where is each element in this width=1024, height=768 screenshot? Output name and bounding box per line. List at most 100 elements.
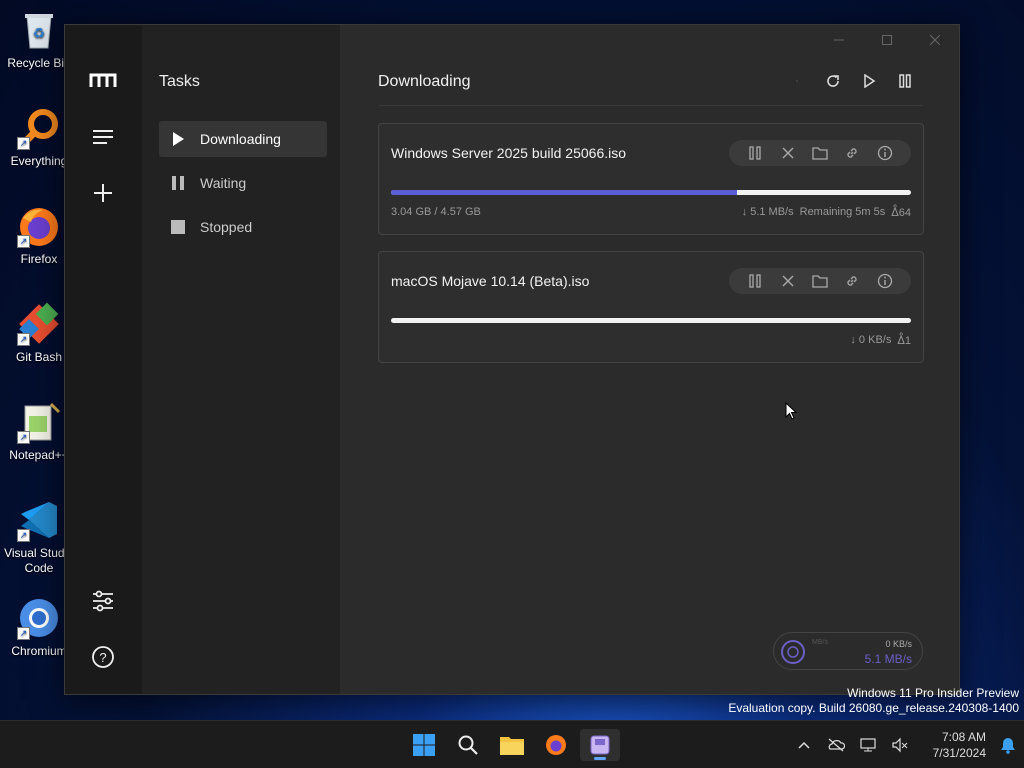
recycle-bin-icon: ♻ xyxy=(17,8,61,52)
add-task-icon[interactable] xyxy=(85,175,121,211)
clock-time: 7:08 AM xyxy=(941,730,986,744)
shortcut-arrow-icon: ↗ xyxy=(17,333,30,346)
link-icon[interactable] xyxy=(843,144,861,162)
upload-speed: 0 KB/s xyxy=(885,639,912,649)
shortcut-arrow-icon: ↗ xyxy=(17,627,30,640)
nav-item-label: Waiting xyxy=(200,175,247,191)
progress-fill xyxy=(391,190,737,195)
close-button[interactable] xyxy=(911,25,959,55)
pause-icon[interactable] xyxy=(746,272,764,290)
network-icon[interactable] xyxy=(852,729,884,761)
app-logo[interactable] xyxy=(85,63,121,99)
resume-all-button[interactable] xyxy=(851,69,887,93)
firefox-icon xyxy=(546,735,566,755)
main-panel: Downloading Windows Server 2025 build 25… xyxy=(340,25,959,694)
nav-item-label: Stopped xyxy=(200,219,253,235)
task-name: macOS Mojave 10.14 (Beta).iso xyxy=(391,273,590,289)
nav-item-waiting[interactable]: Waiting xyxy=(159,165,327,201)
task-stats: ↓ 0 KB/s ᐂ1 xyxy=(850,334,911,347)
firefox-taskbar-button[interactable] xyxy=(536,729,576,761)
info-icon[interactable] xyxy=(876,144,894,162)
window-controls xyxy=(815,25,959,55)
start-button[interactable] xyxy=(404,729,444,761)
taskbar: 7:08 AM 7/31/2024 xyxy=(0,720,1024,768)
download-speed: ↓ 5.1 MB/s xyxy=(741,206,794,218)
search-icon xyxy=(458,735,478,755)
task-item[interactable]: macOS Mojave 10.14 (Beta).iso ↓ 0 KB/s ᐂ… xyxy=(378,251,924,363)
folder-icon[interactable] xyxy=(811,272,829,290)
close-icon[interactable] xyxy=(779,144,797,162)
shortcut-arrow-icon: ↗ xyxy=(17,431,30,444)
nav-item-stopped[interactable]: Stopped xyxy=(159,209,327,245)
minimize-button[interactable] xyxy=(815,25,863,55)
header-divider xyxy=(378,105,923,106)
stop-icon xyxy=(171,220,185,234)
delete-task-button[interactable] xyxy=(779,69,815,93)
connections-icon: ᐂ xyxy=(897,335,905,347)
git-bash-icon: ↗ xyxy=(17,302,61,346)
task-item[interactable]: Windows Server 2025 build 25066.iso 3.04… xyxy=(378,123,924,235)
clock-date: 7/31/2024 xyxy=(932,746,986,760)
nav-item-label: Downloading xyxy=(200,131,281,147)
connections: ᐂ64 xyxy=(891,207,911,219)
maximize-button[interactable] xyxy=(863,25,911,55)
task-name: Windows Server 2025 build 25066.iso xyxy=(391,145,627,161)
system-tray: 7:08 AM 7/31/2024 xyxy=(788,721,1024,768)
task-actions xyxy=(729,268,911,294)
motrix-window: ? Tasks Downloading Waiting Stopped Down… xyxy=(64,24,960,695)
speedometer-unit: MB/s xyxy=(812,639,828,646)
connections-icon: ᐂ xyxy=(891,207,899,219)
mouse-cursor-icon xyxy=(785,402,797,420)
task-size: 3.04 GB / 4.57 GB xyxy=(391,206,481,218)
pause-icon[interactable] xyxy=(746,144,764,162)
watermark-line: Windows 11 Pro Insider Preview xyxy=(847,686,1019,700)
progress-bar xyxy=(391,318,911,323)
folder-icon xyxy=(500,737,524,755)
shortcut-arrow-icon: ↗ xyxy=(17,235,30,248)
pause-all-button[interactable] xyxy=(887,69,923,93)
menu-icon[interactable] xyxy=(85,119,121,155)
vscode-icon: ↗ xyxy=(17,498,61,542)
tasks-subnav: Tasks Downloading Waiting Stopped xyxy=(142,25,340,694)
task-toolbar xyxy=(779,69,923,93)
page-title: Downloading xyxy=(378,73,471,90)
play-icon xyxy=(171,132,185,146)
download-speed-total: 5.1 MB/s xyxy=(864,652,912,666)
help-icon[interactable]: ? xyxy=(85,639,121,675)
remaining-time: Remaining 5m 5s xyxy=(799,206,886,218)
file-explorer-button[interactable] xyxy=(492,729,532,761)
subnav-title: Tasks xyxy=(159,73,200,90)
volume-muted-icon[interactable] xyxy=(884,729,916,761)
os-watermark: Windows 11 Pro Insider Preview Evaluatio… xyxy=(728,686,1019,716)
connections: ᐂ1 xyxy=(897,335,911,347)
motrix-taskbar-button[interactable] xyxy=(580,729,620,761)
shortcut-arrow-icon: ↗ xyxy=(17,137,30,150)
app-rail: ? xyxy=(65,25,142,694)
notification-bell-icon[interactable] xyxy=(992,729,1024,761)
info-icon[interactable] xyxy=(876,272,894,290)
clock[interactable]: 7:08 AM 7/31/2024 xyxy=(916,729,986,761)
chromium-icon: ↗ xyxy=(17,596,61,640)
svg-text:♻: ♻ xyxy=(33,25,46,41)
svg-text:?: ? xyxy=(99,650,106,665)
notepad-plus-plus-icon: ↗ xyxy=(17,400,61,444)
link-icon[interactable] xyxy=(843,272,861,290)
watermark-line: Evaluation copy. Build 26080.ge_release.… xyxy=(728,701,1019,715)
task-stats: ↓ 5.1 MB/s Remaining 5m 5s ᐂ64 xyxy=(742,206,911,219)
speedometer-icon xyxy=(780,639,806,665)
close-icon[interactable] xyxy=(779,272,797,290)
progress-bar xyxy=(391,190,911,195)
firefox-icon: ↗ xyxy=(17,204,61,248)
task-actions xyxy=(729,140,911,166)
speedometer[interactable]: MB/s 0 KB/s 5.1 MB/s xyxy=(773,632,923,670)
search-button[interactable] xyxy=(448,729,488,761)
chevron-up-icon[interactable] xyxy=(788,729,820,761)
onedrive-offline-icon[interactable] xyxy=(820,729,852,761)
download-speed: ↓ 0 KB/s xyxy=(850,334,892,346)
settings-sliders-icon[interactable] xyxy=(85,583,121,619)
folder-icon[interactable] xyxy=(811,144,829,162)
nav-item-downloading[interactable]: Downloading xyxy=(159,121,327,157)
pause-icon xyxy=(171,176,185,190)
everything-icon: ↗ xyxy=(17,106,61,150)
refresh-button[interactable] xyxy=(815,69,851,93)
